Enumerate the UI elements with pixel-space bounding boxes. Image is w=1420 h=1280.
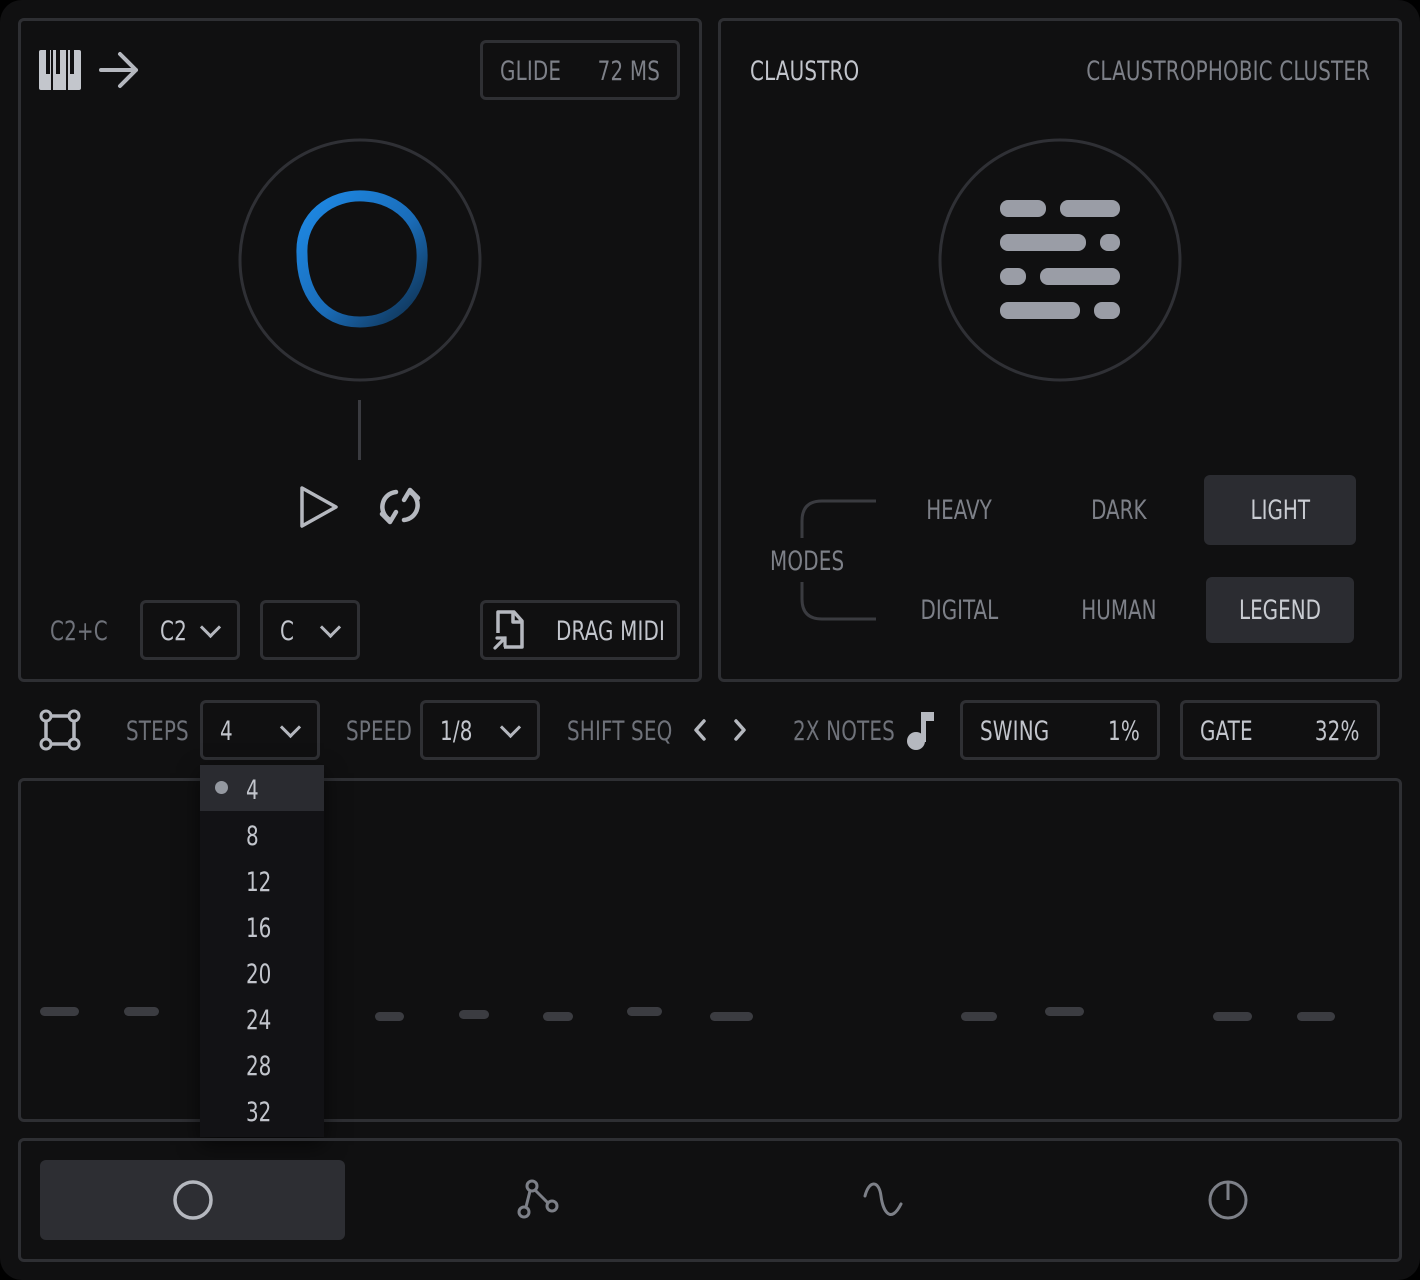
- mode-heavy-label: HEAVY: [926, 494, 992, 526]
- steps-option-label: 24: [246, 1005, 272, 1036]
- orb-stem: [358, 400, 361, 460]
- steps-option-label: 28: [246, 1051, 272, 1082]
- octave-select-value: C2: [160, 616, 187, 647]
- sequence-step[interactable]: [375, 1012, 404, 1021]
- steps-option[interactable]: 16: [200, 903, 324, 949]
- cluster-preset-icon[interactable]: [936, 136, 1184, 384]
- power-icon: [1208, 1180, 1247, 1220]
- chevron-left-icon[interactable]: [690, 716, 710, 744]
- piano-keys-icon[interactable]: [38, 50, 82, 90]
- key-select-value: C: [280, 616, 295, 647]
- tab-power[interactable]: [1075, 1160, 1380, 1240]
- selected-dot-icon: [215, 781, 228, 794]
- speed-label: SPEED: [346, 716, 412, 747]
- tab-nodes[interactable]: [385, 1160, 690, 1240]
- preset-name: CLAUSTRO: [750, 56, 860, 87]
- sequence-step[interactable]: [627, 1007, 662, 1016]
- steps-option-label: 32: [246, 1097, 272, 1128]
- mode-digital[interactable]: DIGITAL: [884, 577, 1034, 643]
- mode-human-label: HUMAN: [1081, 594, 1157, 626]
- sequence-step[interactable]: [1045, 1007, 1084, 1016]
- play-orb[interactable]: [236, 136, 484, 384]
- tab-circle[interactable]: [40, 1160, 345, 1240]
- select-frame-icon[interactable]: [38, 708, 82, 752]
- mode-legend[interactable]: LEGEND: [1206, 577, 1354, 643]
- mode-light[interactable]: LIGHT: [1204, 475, 1356, 545]
- range-label: C2+C: [50, 616, 108, 647]
- sequence-step[interactable]: [459, 1010, 489, 1019]
- key-select[interactable]: [260, 600, 360, 660]
- steps-option-label: 12: [246, 867, 272, 898]
- steps-select-value: 4: [220, 716, 233, 747]
- wave-icon: [863, 1182, 902, 1216]
- gate-value: 32%: [1315, 716, 1360, 747]
- sequence-step[interactable]: [1297, 1012, 1335, 1021]
- midi-file-icon: [493, 610, 524, 650]
- app-window: GLIDE 72 MS C2+C C2 C DRAG MIDI CLAUSTRO…: [0, 0, 1420, 1280]
- sequence-step[interactable]: [124, 1007, 159, 1016]
- swing-label: SWING: [980, 716, 1050, 747]
- tab-wave[interactable]: [730, 1160, 1035, 1240]
- glide-label: GLIDE: [500, 56, 562, 87]
- gate-label: GATE: [1200, 716, 1253, 747]
- mode-heavy[interactable]: HEAVY: [884, 477, 1034, 543]
- modes-label: MODES: [770, 546, 845, 577]
- steps-option-label: 16: [246, 913, 272, 944]
- sequence-step[interactable]: [710, 1012, 753, 1021]
- circle-icon: [172, 1180, 213, 1220]
- steps-option-label: 20: [246, 959, 272, 990]
- steps-option[interactable]: 8: [200, 811, 324, 857]
- speed-select[interactable]: [420, 700, 540, 760]
- sequence-step[interactable]: [40, 1007, 79, 1016]
- music-note-icon[interactable]: [902, 708, 938, 752]
- steps-option[interactable]: 24: [200, 995, 324, 1041]
- drag-midi-label: DRAG MIDI: [556, 616, 666, 647]
- mode-dark-label: DARK: [1091, 494, 1147, 526]
- steps-option[interactable]: 32: [200, 1087, 324, 1133]
- shift-seq-label: SHIFT SEQ: [567, 716, 673, 747]
- steps-option[interactable]: 4: [200, 765, 324, 811]
- chevron-right-icon[interactable]: [730, 716, 750, 744]
- preset-description: CLAUSTROPHOBIC CLUSTER: [1086, 56, 1370, 87]
- steps-option[interactable]: 20: [200, 949, 324, 995]
- steps-dropdown-menu: 4 8 12 16 20 24 28 32: [200, 765, 324, 1137]
- sequence-step[interactable]: [543, 1012, 573, 1021]
- steps-option-label: 4: [246, 775, 259, 806]
- steps-option-label: 8: [246, 821, 259, 852]
- regenerate-icon[interactable]: [376, 482, 424, 530]
- nodes-icon: [517, 1179, 558, 1219]
- sequence-step[interactable]: [961, 1012, 997, 1021]
- glide-value: 72 MS: [597, 56, 660, 87]
- mode-digital-label: DIGITAL: [920, 594, 998, 626]
- mode-human[interactable]: HUMAN: [1044, 577, 1194, 643]
- steps-option[interactable]: 12: [200, 857, 324, 903]
- arrow-right-icon[interactable]: [98, 50, 142, 90]
- speed-select-value: 1/8: [440, 716, 473, 747]
- steps-option[interactable]: 28: [200, 1041, 324, 1087]
- play-icon[interactable]: [296, 484, 342, 530]
- mode-dark[interactable]: DARK: [1044, 477, 1194, 543]
- double-notes-label: 2X NOTES: [793, 716, 895, 747]
- sequence-step[interactable]: [1213, 1012, 1252, 1021]
- swing-value: 1%: [1108, 716, 1140, 747]
- mode-legend-label: LEGEND: [1239, 594, 1321, 626]
- mode-light-label: LIGHT: [1250, 494, 1310, 526]
- octave-select[interactable]: [140, 600, 240, 660]
- steps-select[interactable]: [200, 700, 320, 760]
- steps-label: STEPS: [126, 716, 189, 747]
